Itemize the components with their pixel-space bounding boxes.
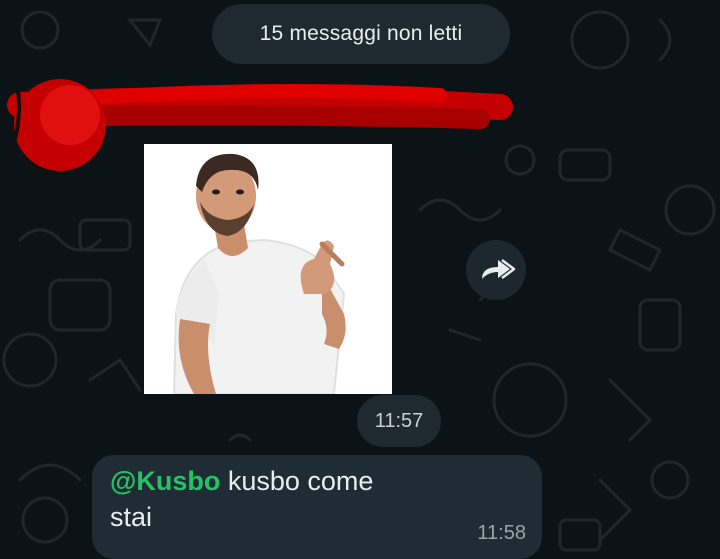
sticker-image[interactable]	[144, 144, 392, 394]
sticker-time-label: 11:57	[374, 409, 424, 432]
unread-messages-label: 15 messaggi non letti	[259, 22, 463, 45]
message-timestamp: 11:58	[477, 522, 526, 544]
forward-button[interactable]	[466, 240, 526, 300]
forward-arrow-icon	[482, 259, 516, 279]
man-pointing-thumb-sticker	[172, 153, 346, 394]
message-bubble[interactable]: @Kusbo kusbo come stai 11:58	[92, 455, 542, 559]
sticker-timestamp: 11:57	[357, 395, 441, 447]
message-text: @Kusbo kusbo come stai	[110, 463, 410, 535]
mention-link[interactable]: @Kusbo	[110, 466, 220, 496]
